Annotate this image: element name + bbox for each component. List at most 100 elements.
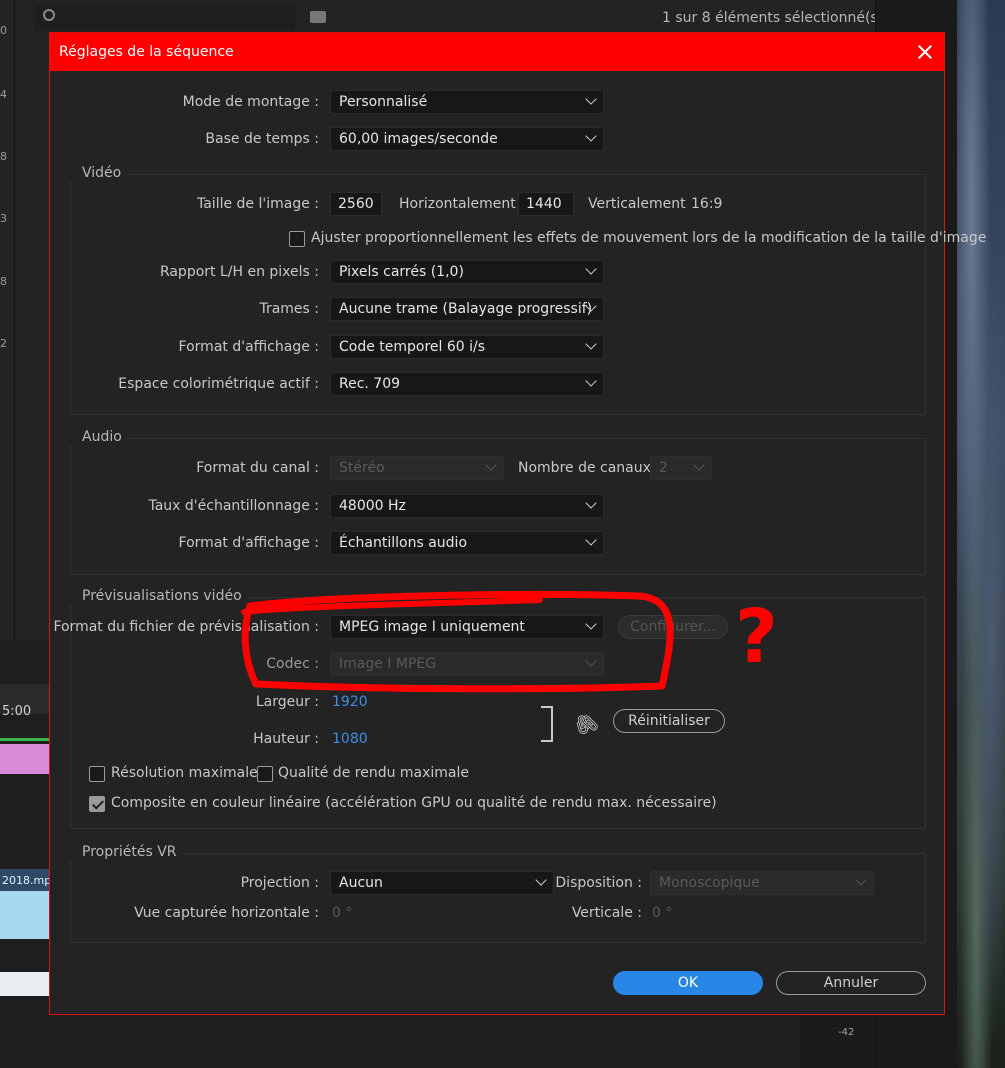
color-space-select[interactable]: Rec. 709 bbox=[330, 372, 604, 396]
chevron-down-icon bbox=[585, 655, 597, 667]
vertical-label: Verticalement bbox=[588, 196, 686, 212]
editing-mode-value: Personnalisé bbox=[339, 94, 428, 110]
timebase-select[interactable]: 60,00 images/seconde bbox=[330, 127, 604, 151]
dialog-title: Réglages de la séquence bbox=[59, 44, 234, 60]
chevron-down-icon bbox=[585, 338, 597, 350]
preview-file-format-select[interactable]: MPEG image I uniquement bbox=[330, 615, 604, 639]
layout-label: Disposition : bbox=[555, 875, 642, 891]
codec-label: Codec : bbox=[266, 656, 319, 672]
chevron-down-icon bbox=[585, 130, 597, 142]
layout-select: Monoscopique bbox=[650, 871, 874, 895]
projection-label: Projection : bbox=[240, 875, 319, 891]
scale-effects-label: Ajuster proportionnellement les effets d… bbox=[311, 230, 987, 246]
meter-label: -42 bbox=[838, 1027, 855, 1038]
cancel-button[interactable]: Annuler bbox=[776, 971, 926, 995]
sequence-settings-dialog: Réglages de la séquence Mode de montage … bbox=[49, 32, 986, 1015]
fields-value: Aucune trame (Balayage progressif) bbox=[339, 301, 593, 317]
color-space-label: Espace colorimétrique actif : bbox=[118, 376, 319, 392]
reset-button[interactable]: Réinitialiser bbox=[613, 709, 725, 733]
close-icon[interactable] bbox=[915, 42, 935, 62]
ruler-number: 3 bbox=[0, 212, 7, 225]
num-channels-label: Nombre de canaux : bbox=[518, 460, 661, 476]
linear-color-checkbox[interactable] bbox=[89, 796, 105, 812]
ok-button[interactable]: OK bbox=[613, 971, 763, 995]
horizontal-fov-label: Vue capturée horizontale : bbox=[134, 905, 319, 921]
program-monitor-preview bbox=[957, 0, 1005, 1068]
frame-size-label: Taille de l'image : bbox=[196, 196, 319, 212]
max-bit-depth-checkbox[interactable] bbox=[89, 766, 105, 782]
configure-button: Configurer... bbox=[618, 615, 728, 639]
horizontal-fov-value: 0 ° bbox=[332, 905, 353, 921]
preview-width-value[interactable]: 1920 bbox=[332, 694, 368, 710]
scale-effects-checkbox[interactable] bbox=[289, 231, 305, 247]
preview-file-format-value: MPEG image I uniquement bbox=[339, 619, 525, 635]
projection-value: Aucun bbox=[339, 875, 383, 891]
channel-format-value: Stéréo bbox=[339, 460, 385, 476]
horizontal-label: Horizontalement bbox=[399, 196, 516, 212]
timeline-time: 5:00 bbox=[2, 704, 32, 719]
preview-width-label: Largeur : bbox=[255, 694, 319, 710]
video-previews-group-title: Prévisualisations vidéo bbox=[70, 588, 246, 604]
chevron-down-icon bbox=[585, 534, 597, 546]
chevron-down-icon bbox=[585, 375, 597, 387]
channel-format-select: Stéréo bbox=[330, 456, 504, 480]
vertical-fov-value: 0 ° bbox=[652, 905, 673, 921]
pixel-aspect-label: Rapport L/H en pixels : bbox=[159, 264, 319, 280]
timeline-clip-audio[interactable] bbox=[0, 972, 50, 996]
fields-select[interactable]: Aucune trame (Balayage progressif) bbox=[330, 297, 604, 321]
vertical-fov-label: Verticale : bbox=[571, 905, 642, 921]
timeline-clip-name[interactable]: 2018.mp4 bbox=[0, 869, 50, 891]
selection-count: 1 sur 8 éléments sélectionné(s) bbox=[662, 10, 884, 26]
audio-display-format-select[interactable]: Échantillons audio bbox=[330, 531, 604, 555]
project-search-input[interactable] bbox=[35, 5, 295, 31]
search-icon bbox=[43, 9, 55, 21]
frame-width-input[interactable]: 2560 bbox=[330, 192, 382, 216]
chevron-down-icon bbox=[585, 93, 597, 105]
timebase-label: Base de temps : bbox=[205, 131, 319, 147]
channel-format-label: Format du canal : bbox=[196, 460, 319, 476]
timeline-clip-video[interactable] bbox=[0, 891, 50, 939]
codec-value: Image I MPEG bbox=[339, 656, 437, 672]
chevron-down-icon bbox=[585, 497, 597, 509]
chevron-down-icon bbox=[855, 874, 867, 886]
fields-label: Trames : bbox=[259, 301, 319, 317]
link-bracket bbox=[541, 706, 553, 742]
max-render-quality-checkbox[interactable] bbox=[257, 766, 273, 782]
pixel-aspect-value: Pixels carrés (1,0) bbox=[339, 264, 464, 280]
chevron-down-icon bbox=[585, 263, 597, 275]
new-bin-icon[interactable] bbox=[310, 11, 326, 23]
audio-display-format-label: Format d'affichage : bbox=[178, 535, 319, 551]
ruler-number: 4 bbox=[0, 88, 7, 101]
video-display-format-select[interactable]: Code temporel 60 i/s bbox=[330, 335, 604, 359]
sample-rate-select[interactable]: 48000 Hz bbox=[330, 494, 604, 518]
chevron-down-icon bbox=[485, 459, 497, 471]
ruler-number: 8 bbox=[0, 150, 7, 163]
num-channels-value: 2 bbox=[659, 460, 668, 476]
preview-file-format-label: Format du fichier de prévisualisation : bbox=[53, 619, 319, 635]
pixel-aspect-select[interactable]: Pixels carrés (1,0) bbox=[330, 260, 604, 284]
sample-rate-value: 48000 Hz bbox=[339, 498, 406, 514]
max-render-quality-label: Qualité de rendu maximale bbox=[278, 765, 470, 781]
video-display-format-value: Code temporel 60 i/s bbox=[339, 339, 486, 355]
layout-value: Monoscopique bbox=[659, 875, 760, 891]
audio-group-title: Audio bbox=[70, 429, 126, 445]
preview-height-label: Hauteur : bbox=[253, 731, 319, 747]
video-display-format-label: Format d'affichage : bbox=[178, 339, 319, 355]
color-space-value: Rec. 709 bbox=[339, 376, 401, 392]
num-channels-select: 2 bbox=[650, 456, 712, 480]
timebase-value: 60,00 images/seconde bbox=[339, 131, 498, 147]
linear-color-label: Composite en couleur linéaire (accélérat… bbox=[111, 795, 717, 811]
left-ruler: 0 4 8 3 8 2 bbox=[0, 0, 15, 640]
audio-display-format-value: Échantillons audio bbox=[339, 535, 468, 551]
ruler-number: 8 bbox=[0, 275, 7, 288]
video-group-title: Vidéo bbox=[70, 165, 126, 181]
editing-mode-select[interactable]: Personnalisé bbox=[330, 90, 604, 114]
projection-select[interactable]: Aucun bbox=[330, 871, 554, 895]
work-area-bar bbox=[0, 738, 50, 741]
timeline-clip-pink[interactable] bbox=[0, 744, 50, 774]
dialog-title-bar[interactable]: Réglages de la séquence bbox=[50, 33, 944, 71]
preview-height-value[interactable]: 1080 bbox=[332, 731, 368, 747]
chevron-down-icon bbox=[535, 874, 547, 886]
frame-height-input[interactable]: 1440 bbox=[518, 192, 574, 216]
vr-properties-group bbox=[70, 853, 926, 943]
